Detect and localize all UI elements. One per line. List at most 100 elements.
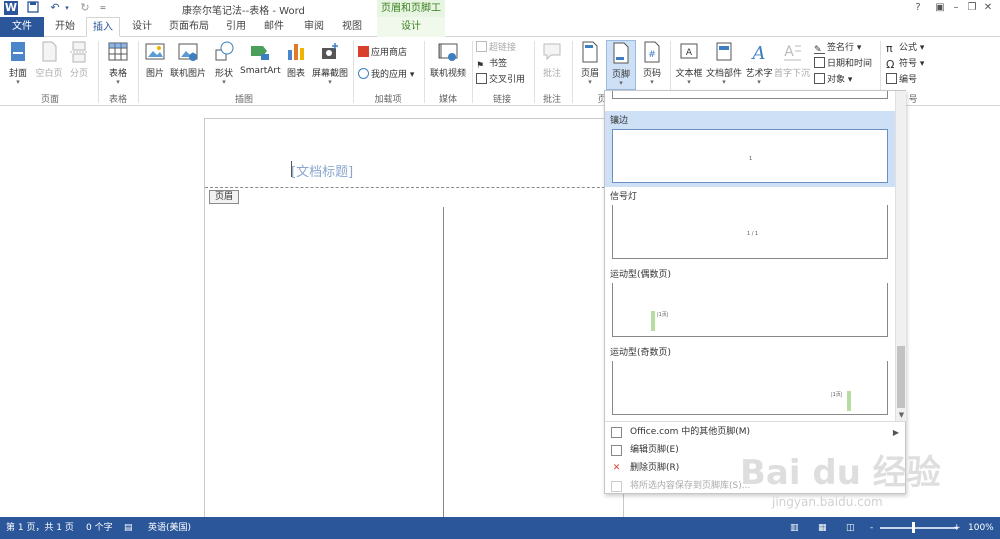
cover-page-button[interactable]: 封面 ▾	[4, 40, 32, 90]
my-apps-button[interactable]: 我的应用 ▾	[358, 68, 414, 82]
document-title-placeholder[interactable]: [文档标题]	[291, 161, 353, 180]
page-number-button[interactable]: # 页码 ▾	[638, 40, 666, 90]
word-count[interactable]: 0 个字	[86, 517, 113, 539]
customize-qat-icon[interactable]: =	[96, 1, 110, 15]
online-video-button[interactable]: 联机视频	[428, 40, 468, 90]
save-icon[interactable]	[26, 1, 40, 15]
language-indicator[interactable]: 英语(美国)	[148, 517, 191, 539]
cross-reference-icon	[476, 73, 487, 84]
online-pictures-button[interactable]: 联机图片	[170, 40, 206, 90]
chart-button[interactable]: 图表	[284, 40, 308, 90]
gallery-thumb	[612, 91, 888, 99]
gallery-scrollbar[interactable]: ▼	[895, 91, 906, 421]
comment-button[interactable]: 批注	[538, 40, 566, 90]
tab-insert[interactable]: 插入	[86, 17, 120, 37]
bookmark-label: 书签	[489, 59, 508, 69]
page-count[interactable]: 第 1 页，共 1 页	[6, 517, 74, 539]
group-separator	[98, 41, 99, 103]
store-label: 应用商店	[371, 48, 408, 58]
pictures-label: 图片	[145, 69, 164, 79]
textbox-button[interactable]: A 文本框 ▾	[674, 40, 704, 90]
zoom-level[interactable]: 100%	[968, 517, 994, 539]
contextual-tab-group-label: 页眉和页脚工具	[377, 0, 445, 31]
wordart-button[interactable]: A 艺术字 ▾	[744, 40, 774, 90]
web-layout-icon[interactable]: ◫	[846, 517, 855, 539]
word-logo-icon[interactable]: W	[4, 1, 18, 15]
tab-page-layout[interactable]: 页面布局	[164, 17, 214, 37]
chevron-down-icon: ▾	[687, 78, 691, 86]
table-button[interactable]: 表格 ▾	[104, 40, 132, 90]
edit-footer-label: 编辑页脚(E)	[630, 445, 679, 455]
proofing-icon[interactable]: ▤	[124, 517, 133, 539]
tab-references[interactable]: 引用	[220, 17, 252, 37]
window-title: 康奈尔笔记法--表格 - Word	[182, 6, 305, 17]
close-icon[interactable]: ✕	[978, 1, 998, 15]
zoom-in-button[interactable]: +	[953, 517, 961, 539]
document-page[interactable]: [文档标题] 页眉	[204, 118, 625, 519]
gallery-thumb: 1	[612, 129, 888, 183]
tab-header-footer-design[interactable]: 设计	[377, 17, 445, 37]
gallery-item-2[interactable]: 运动型(偶数页) |1页|	[605, 267, 895, 343]
tab-home[interactable]: 开始	[48, 17, 82, 37]
more-footers-online-item[interactable]: Office.com 中的其他页脚(M) ▶	[605, 424, 905, 441]
footer-gallery: 镶边 1 信号灯 1 / 1 运动型(偶数页) |1页| 运动型(奇数页) |1…	[605, 91, 895, 421]
zoom-out-button[interactable]: -	[870, 517, 873, 539]
footer-icon	[613, 42, 629, 64]
equation-label: 公式	[899, 43, 918, 53]
store-button[interactable]: 应用商店	[358, 46, 407, 60]
redo-icon[interactable]: ↻	[78, 1, 92, 15]
print-layout-icon[interactable]: ▦	[818, 517, 827, 539]
symbol-button[interactable]: Ω 符号 ▾	[886, 57, 924, 71]
read-mode-icon[interactable]: ▥	[790, 517, 799, 539]
gallery-item-1[interactable]: 信号灯 1 / 1	[605, 189, 895, 265]
smartart-button[interactable]: SmartArt	[240, 40, 281, 90]
hyperlink-button[interactable]: 超链接	[476, 41, 516, 55]
dropcap-icon: A	[784, 44, 801, 61]
header-boundary-line	[205, 187, 625, 188]
quick-parts-button[interactable]: 文档部件 ▾	[706, 40, 742, 90]
shapes-button[interactable]: 形状 ▾	[210, 40, 238, 90]
symbol-label: 符号	[899, 59, 918, 69]
cross-reference-button[interactable]: 交叉引用	[476, 73, 525, 87]
pictures-button[interactable]: 图片	[142, 40, 168, 90]
equation-button[interactable]: π 公式 ▾	[886, 41, 924, 55]
group-separator	[534, 41, 535, 103]
blank-page-button[interactable]: 空白页	[34, 40, 64, 90]
zoom-slider[interactable]	[880, 527, 958, 529]
numbering-button[interactable]: 编号	[886, 73, 917, 87]
bookmark-button[interactable]: ⚑ 书签	[476, 57, 507, 71]
numbering-label: 编号	[899, 75, 918, 85]
dropcap-button[interactable]: A 首字下沉	[774, 40, 810, 90]
gallery-item-previous[interactable]	[605, 91, 895, 103]
comment-icon	[543, 43, 561, 61]
scrollbar-thumb[interactable]	[897, 346, 905, 408]
tab-design[interactable]: 设计	[126, 17, 158, 37]
tab-file[interactable]: 文件	[0, 17, 44, 37]
gallery-item-0[interactable]: 镶边 1	[605, 111, 895, 187]
online-video-label: 联机视频	[429, 69, 466, 79]
date-time-button[interactable]: 日期和时间	[814, 57, 872, 71]
undo-dropdown-icon[interactable]: ▾	[60, 1, 74, 15]
zoom-slider-thumb[interactable]	[912, 522, 915, 533]
object-button[interactable]: 对象 ▾	[814, 73, 852, 87]
remove-footer-label: 删除页脚(R)	[630, 463, 680, 473]
gallery-item-3[interactable]: 运动型(奇数页) |1页|	[605, 345, 895, 421]
screenshot-button[interactable]: 屏幕截图 ▾	[310, 40, 350, 90]
tab-review[interactable]: 审阅	[298, 17, 330, 37]
help-icon[interactable]: ?	[908, 1, 928, 15]
online-picture-icon	[178, 43, 198, 61]
edit-footer-icon	[611, 445, 622, 456]
thumb-page-number: |1页|	[657, 312, 669, 318]
signature-line-button[interactable]: ✎ 签名行 ▾	[814, 41, 861, 55]
page-break-button[interactable]: 分页	[66, 40, 92, 90]
page-break-label: 分页	[69, 69, 88, 79]
smartart-label: SmartArt	[240, 66, 281, 76]
chart-label: 图表	[286, 69, 305, 79]
scroll-down-icon[interactable]: ▼	[896, 409, 907, 421]
header-button[interactable]: 页眉 ▾	[576, 40, 604, 90]
tab-view[interactable]: 视图	[336, 17, 368, 37]
group-separator	[424, 41, 425, 103]
tab-mailings[interactable]: 邮件	[258, 17, 290, 37]
comment-label: 批注	[542, 69, 561, 79]
footer-button[interactable]: 页脚 ▾	[606, 40, 636, 90]
